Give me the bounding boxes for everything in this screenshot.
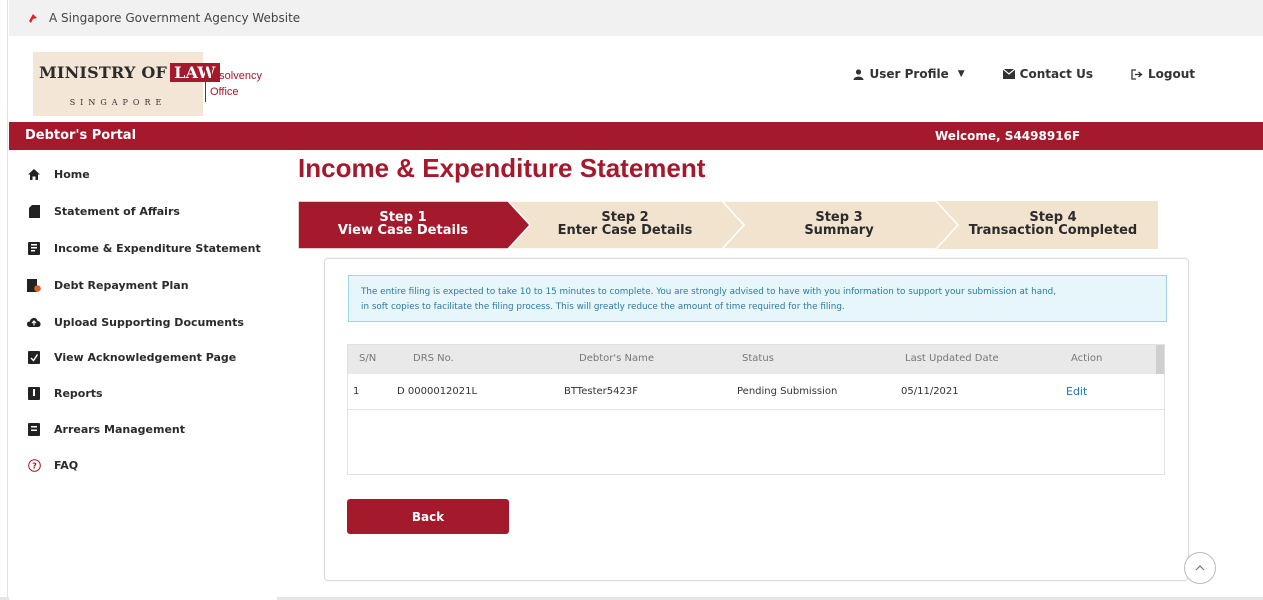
- acknowledgement-icon: [27, 350, 41, 364]
- logout-link[interactable]: Logout: [1131, 67, 1195, 81]
- sidebar-item-income-expenditure[interactable]: Income & Expenditure Statement: [27, 241, 261, 255]
- info-alert: The entire filing is expected to take 10…: [348, 275, 1167, 322]
- logo-ministry-text: Ministry of Law: [39, 63, 220, 82]
- repayment-icon: [27, 278, 41, 292]
- sidebar-item-arrears-management[interactable]: Arrears Management: [27, 422, 185, 436]
- report-icon: [27, 386, 41, 400]
- back-button[interactable]: Back: [347, 499, 509, 534]
- document-icon: [27, 204, 41, 218]
- logo-divider: [205, 66, 206, 102]
- sidebar-item-label: Debt Repayment Plan: [54, 278, 189, 292]
- page-title: Income & Expenditure Statement: [298, 153, 706, 183]
- caret-down-icon: ▼: [957, 69, 965, 79]
- contact-us-link[interactable]: Contact Us: [1002, 67, 1093, 81]
- sidebar-item-label: FAQ: [54, 458, 79, 472]
- sidebar-item-statement-of-affairs[interactable]: Statement of Affairs: [27, 204, 180, 218]
- cell-sn: 1: [353, 386, 360, 397]
- sidebar-item-home[interactable]: Home: [27, 167, 90, 181]
- table-scrollbar[interactable]: [1156, 345, 1164, 374]
- sidebar-item-label: Upload Supporting Documents: [54, 315, 244, 329]
- column-header-status: Status: [742, 353, 774, 364]
- sidebar-item-label: Reports: [54, 386, 103, 400]
- user-icon: [853, 68, 864, 80]
- sidebar: Home Statement of Affairs Income & Expen…: [9, 150, 277, 600]
- user-profile-label: User Profile: [869, 67, 949, 81]
- welcome-text: Welcome, S4498916F: [935, 129, 1081, 143]
- user-profile-menu[interactable]: User Profile ▼: [853, 67, 965, 81]
- home-icon: [27, 167, 41, 181]
- portal-bar: Debtor's Portal Welcome, S4498916F: [9, 122, 1263, 150]
- step-3[interactable]: Step 3 Summary: [734, 201, 944, 249]
- cell-drs-no: D 0000012021L: [397, 386, 478, 397]
- svg-text:?: ?: [32, 461, 37, 470]
- ministry-logo[interactable]: Ministry of Law SINGAPORE Insolvency Offi…: [33, 52, 279, 116]
- sidebar-item-label: Home: [54, 167, 90, 181]
- logout-icon: [1131, 68, 1143, 80]
- top-nav: User Profile ▼ Contact Us Logout: [853, 67, 1195, 81]
- table-row: 1 D 0000012021L BTTester5423F Pending Su…: [348, 374, 1164, 410]
- step-2[interactable]: Step 2 Enter Case Details: [520, 201, 730, 249]
- logo-country-text: SINGAPORE: [69, 98, 167, 107]
- logo-office-text: Insolvency Office: [210, 70, 262, 98]
- envelope-icon: [1002, 69, 1015, 79]
- step-1[interactable]: Step 1 View Case Details: [298, 201, 508, 249]
- column-header-drs-no: DRS No.: [413, 353, 454, 364]
- edit-link[interactable]: Edit: [1066, 385, 1087, 398]
- gov-masthead: A Singapore Government Agency Website: [9, 0, 1263, 36]
- column-header-last-updated: Last Updated Date: [905, 353, 999, 364]
- cell-last-updated: 05/11/2021: [901, 386, 959, 397]
- merlion-icon: [29, 14, 37, 23]
- sidebar-item-upload-documents[interactable]: Upload Supporting Documents: [27, 315, 244, 329]
- sidebar-item-acknowledgement[interactable]: View Acknowledgement Page: [27, 350, 236, 364]
- column-header-sn: S/N: [359, 353, 377, 364]
- sidebar-item-label: View Acknowledgement Page: [54, 350, 237, 364]
- question-icon: ?: [27, 458, 41, 472]
- step-indicator: Step 1 View Case Details Step 2 Enter Case…: [298, 201, 1158, 249]
- cell-status: Pending Submission: [737, 386, 838, 397]
- sidebar-item-label: Arrears Management: [54, 422, 186, 436]
- cloud-upload-icon: [27, 315, 41, 329]
- site-header: Ministry of Law SINGAPORE Insolvency Offi…: [9, 36, 1263, 122]
- sidebar-item-faq[interactable]: ? FAQ: [27, 458, 78, 472]
- scroll-to-top-button[interactable]: [1184, 552, 1216, 584]
- portal-title: Debtor's Portal: [25, 128, 137, 143]
- sidebar-item-label: Income & Expenditure Statement: [54, 241, 261, 255]
- column-header-debtor-name: Debtor's Name: [579, 353, 654, 364]
- step-4[interactable]: Step 4 Transaction Completed: [948, 201, 1158, 249]
- contact-us-label: Contact Us: [1019, 67, 1093, 81]
- sidebar-item-label: Statement of Affairs: [54, 204, 180, 218]
- window-left-edge: [0, 0, 8, 600]
- sidebar-item-reports[interactable]: Reports: [27, 386, 103, 400]
- ledger-icon: [27, 241, 41, 255]
- table-header: S/N DRS No. Debtor's Name Status Last Up…: [348, 345, 1164, 374]
- case-table: S/N DRS No. Debtor's Name Status Last Up…: [347, 344, 1165, 475]
- column-header-action: Action: [1071, 353, 1103, 364]
- arrears-icon: [27, 422, 41, 436]
- sidebar-item-debt-repayment-plan[interactable]: Debt Repayment Plan: [27, 278, 189, 292]
- gov-masthead-text: A Singapore Government Agency Website: [49, 11, 301, 25]
- logout-label: Logout: [1147, 67, 1195, 81]
- cell-debtor-name: BTTester5423F: [564, 386, 638, 397]
- chevron-up-icon: [1195, 565, 1205, 571]
